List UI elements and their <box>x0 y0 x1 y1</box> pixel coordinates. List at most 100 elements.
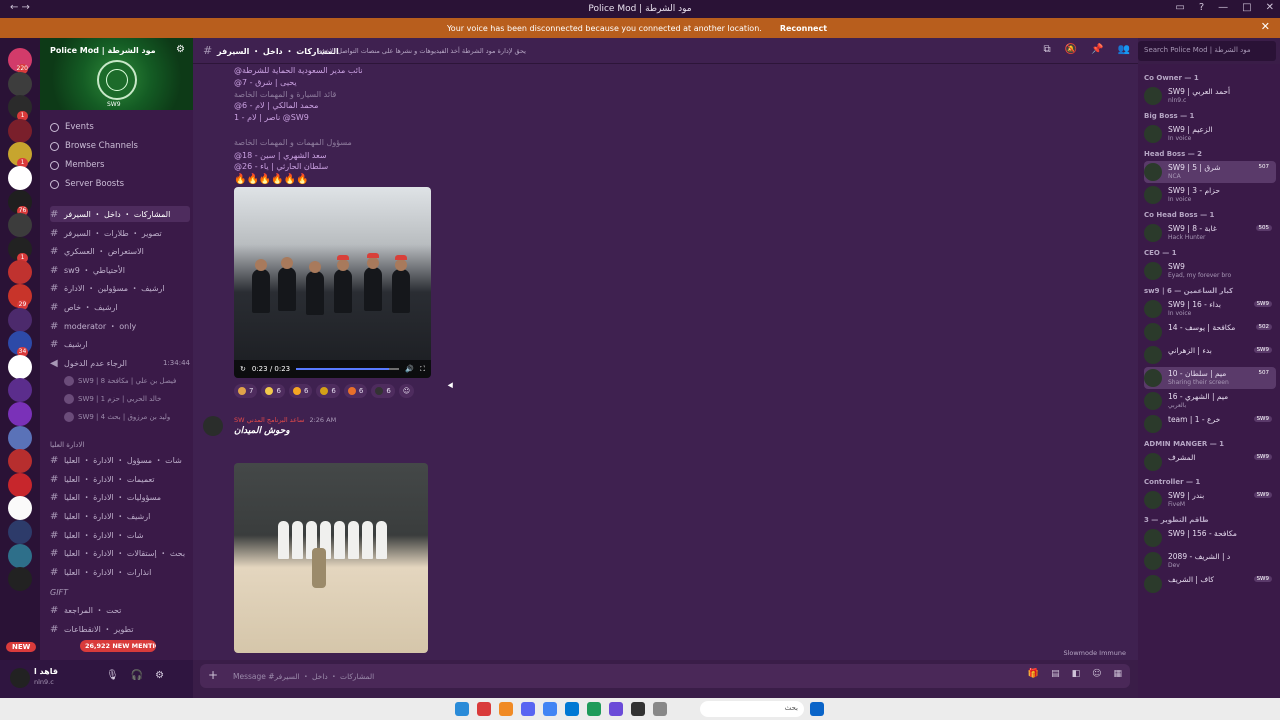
taskbar-app-icon[interactable] <box>499 702 513 716</box>
server-icon[interactable] <box>8 496 32 521</box>
member-item[interactable]: SW9 | 16 - بداء In voice SW9 <box>1144 298 1276 320</box>
threads-icon[interactable]: ⧉ <box>1044 44 1051 55</box>
server-icon[interactable] <box>8 213 32 238</box>
author-avatar[interactable] <box>203 416 223 436</box>
member-item[interactable]: SW9 | 3 - حزام In voice <box>1144 184 1276 206</box>
member-item[interactable]: كاف | الشريف SW9 <box>1144 573 1276 595</box>
maximize-button[interactable]: □ <box>1242 2 1251 13</box>
help-icon[interactable]: ? <box>1199 2 1204 13</box>
channel-item[interactable]: # مسؤوليات ・ الادارة ・ العليا <box>50 489 190 505</box>
server-icon[interactable] <box>8 449 32 474</box>
channel-item[interactable]: # تصوير ・ طلارات ・ السيرفر <box>50 225 190 241</box>
member-item[interactable]: SW9 Eyad, my forever bro <box>1144 260 1276 282</box>
member-item[interactable]: 14 - مكافحة | يوسف 502 <box>1144 321 1276 343</box>
server-icon[interactable]: 29 <box>8 284 32 310</box>
server-icon[interactable] <box>8 567 32 592</box>
notifications-icon[interactable]: 🔕 <box>1065 44 1077 55</box>
member-item[interactable]: 2089 - د | الشريف Dev <box>1144 550 1276 572</box>
search-input[interactable]: Search Police Mod | مود الشرطة <box>1138 41 1276 61</box>
channel-item[interactable]: # تعميمات ・ الادارة ・ العليا <box>50 471 190 487</box>
user-name[interactable]: l قاهد <box>34 667 58 676</box>
reaction[interactable]: 6 <box>316 384 340 398</box>
channel-item[interactable]: # ارشيف ・ مسؤولين ・ الادارة <box>50 280 190 296</box>
server-icon[interactable]: 76 <box>8 189 32 216</box>
server-icon[interactable] <box>8 472 32 497</box>
member-list-icon[interactable]: 👥 <box>1118 44 1130 55</box>
channel-item[interactable]: # انذارات ・ الادارة ・ العليا <box>50 564 190 580</box>
server-icon[interactable] <box>8 402 32 426</box>
headphones-icon[interactable]: 🎧 <box>131 670 143 681</box>
taskbar-app-icon[interactable] <box>565 702 579 716</box>
server-icon[interactable] <box>8 166 32 190</box>
apps-icon[interactable]: ▦ <box>1113 669 1122 679</box>
server-icon[interactable] <box>8 378 32 403</box>
channel-item[interactable]: # شات ・ الادارة ・ العليا <box>50 527 190 543</box>
server-icon[interactable]: 1 <box>8 236 32 263</box>
voice-channel[interactable]: ◀ الرجاء عدم الدخول 1:34:44 <box>50 355 190 371</box>
reaction[interactable]: 6 <box>343 384 368 398</box>
reaction[interactable]: 6 <box>288 384 313 398</box>
nav-events[interactable]: Events <box>50 122 94 132</box>
emoji-icon[interactable]: ☺ <box>1092 669 1101 679</box>
channel-item[interactable]: # ارشيف ・ الادارة ・ العليا <box>50 508 190 524</box>
video-attachment[interactable]: ↻ 0:23 / 0:23 🔊 ⛶ <box>234 187 431 378</box>
reaction[interactable]: 6 <box>371 384 395 398</box>
channel-item[interactable]: # تحت ・ المراجعة <box>50 602 190 618</box>
server-icon[interactable]: 1 <box>8 95 32 122</box>
add-reaction-button[interactable]: ☺ <box>398 384 415 398</box>
fullscreen-icon[interactable]: ⛶ <box>420 365 425 374</box>
server-icon[interactable]: 1 <box>8 142 32 169</box>
taskbar-app-icon[interactable] <box>477 702 491 716</box>
taskbar-app-icon[interactable] <box>521 702 535 716</box>
sticker-icon[interactable]: ◧ <box>1072 669 1081 679</box>
server-banner[interactable]: Police Mod | مود الشرطة ⚙ SW9 <box>40 38 193 110</box>
taskbar-app-icon[interactable] <box>455 702 469 716</box>
member-item[interactable]: SW9 | بندر FiveM SW9 <box>1144 489 1276 511</box>
voice-user[interactable]: SW9 | 4 وليد بن مرزوق | بحث <box>64 412 170 422</box>
channel-item[interactable]: # شات ・ مسؤول ・ الادارة ・ العليا <box>50 452 190 468</box>
minimize-button[interactable]: — <box>1218 2 1228 13</box>
pin-icon[interactable]: 📌 <box>1091 44 1103 55</box>
reaction[interactable]: 7 <box>234 384 258 398</box>
channel-item[interactable]: # moderator ・ only <box>50 318 190 334</box>
channel-item[interactable]: # sw9 ・ الأحتياطي <box>50 262 190 278</box>
image-attachment[interactable] <box>234 463 428 653</box>
author-name[interactable]: SW ساعد البرنامج المدني <box>234 416 304 424</box>
reconnect-button[interactable]: Reconnect <box>774 22 833 35</box>
gift-icon[interactable]: 🎁 <box>1028 669 1039 679</box>
server-name[interactable]: Police Mod | مود الشرطة <box>50 46 156 55</box>
close-notice-icon[interactable]: ✕ <box>1261 20 1270 33</box>
nav-members[interactable]: Members <box>50 160 104 170</box>
taskbar-app-icon[interactable] <box>609 702 623 716</box>
member-item[interactable]: 10 - ميم | سلطان Sharing their screen 507 <box>1144 367 1276 389</box>
server-icon[interactable]: 34 <box>8 331 32 358</box>
server-icon[interactable] <box>8 520 32 544</box>
channel-topic[interactable]: يحق لإدارة مود الشرطة أخذ الفيديوهات و ن… <box>317 47 526 55</box>
replay-icon[interactable]: ↻ <box>240 365 246 373</box>
category-header[interactable]: الادارة العليا <box>50 441 84 449</box>
back-forward-icon[interactable]: ← → <box>10 2 30 13</box>
channel-item[interactable]: # ارشيف ・ خاص <box>50 299 190 315</box>
server-icon[interactable] <box>8 425 32 450</box>
volume-icon[interactable]: 🔊 <box>405 365 414 373</box>
new-mentions-pill[interactable]: 26,922 NEW MENTIONS <box>80 640 156 652</box>
server-icon[interactable]: 220 <box>8 48 32 74</box>
channel-item[interactable]: # ارشيف <box>50 336 190 352</box>
member-item[interactable]: SW9 | 8 - غابة Hack Hunter 505 <box>1144 222 1276 244</box>
server-icon[interactable] <box>8 71 32 96</box>
taskbar-app-icon[interactable] <box>653 702 667 716</box>
channel-item[interactable]: # المشاركات ・ داخل ・ السيرفر <box>50 206 190 222</box>
close-button[interactable]: ✕ <box>1266 2 1274 13</box>
member-item[interactable]: بدء | الزهراني SW9 <box>1144 344 1276 366</box>
taskbar-app-icon[interactable] <box>543 702 557 716</box>
new-pill[interactable]: NEW <box>6 642 37 652</box>
add-member-icon[interactable]: ⚙ <box>176 44 185 55</box>
member-item[interactable]: المشرف SW9 <box>1144 451 1276 473</box>
member-item[interactable]: SW9 | شرق | 5 NCA 507 <box>1144 161 1276 183</box>
taskbar-search[interactable]: بحث <box>700 701 804 717</box>
server-icon[interactable] <box>8 543 32 568</box>
attach-plus-icon[interactable]: + <box>208 668 218 682</box>
voice-user[interactable]: SW9 | 1 خالد الحربي | حزم <box>64 394 161 404</box>
taskbar-app-icon[interactable] <box>587 702 601 716</box>
inbox-icon[interactable]: ▭ <box>1175 2 1184 13</box>
